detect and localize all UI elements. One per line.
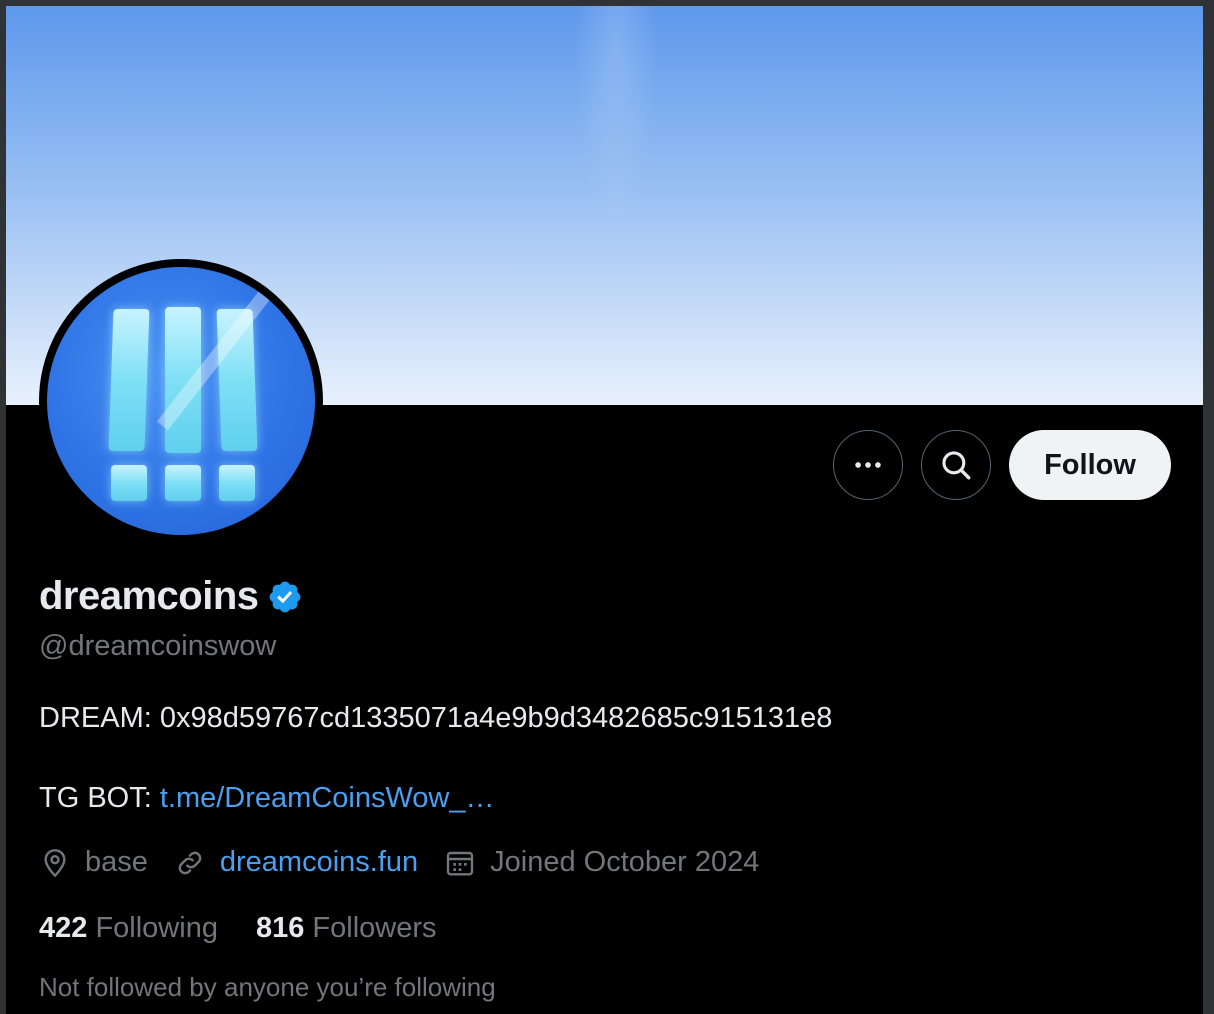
- name-row: dreamcoins: [39, 574, 303, 619]
- bio-tg-label: TG BOT:: [39, 782, 160, 814]
- followers-count: 816: [255, 912, 305, 944]
- more-icon: [855, 462, 881, 468]
- calendar-icon: [446, 851, 474, 876]
- bio-tg-link[interactable]: t.me/DreamCoinsWow_…: [160, 782, 495, 814]
- joined-text: Joined October 2024: [490, 846, 760, 878]
- location-text: base: [85, 846, 148, 878]
- followers-stat[interactable]: 816 Followers: [256, 912, 437, 945]
- joined-item: Joined October 2024: [444, 846, 759, 879]
- profile-page: Follow dreamcoins @dreamcoinswow DREAM: …: [6, 6, 1203, 1014]
- bio-tg-line: TG BOT: t.me/DreamCoinsWow_…: [39, 782, 495, 815]
- following-stat[interactable]: 422 Following: [39, 912, 218, 945]
- avatar-image: [47, 267, 315, 535]
- follow-button[interactable]: Follow: [1009, 430, 1171, 500]
- more-button[interactable]: [833, 430, 903, 500]
- avatar-exclamation-dot-2: [165, 465, 201, 501]
- following-count: 422: [39, 912, 88, 944]
- website-link[interactable]: dreamcoins.fun: [220, 846, 418, 879]
- bio-contract-line: DREAM: 0x98d59767cd1335071a4e9b9d3482685…: [39, 702, 833, 734]
- location-pin-icon: [44, 848, 66, 877]
- avatar-exclamation-dot-3: [219, 465, 255, 501]
- avatar[interactable]: [39, 259, 323, 543]
- social-context-text: Not followed by anyone you’re following: [39, 972, 496, 1002]
- link-icon: [178, 851, 202, 874]
- follow-stats: 422 Following 816 Followers: [39, 912, 475, 945]
- display-name: dreamcoins: [39, 574, 259, 618]
- search-icon: [942, 451, 971, 480]
- following-label: Following: [95, 912, 218, 944]
- handle: @dreamcoinswow: [39, 630, 277, 662]
- verified-badge-icon[interactable]: [267, 579, 303, 615]
- followers-label: Followers: [312, 912, 437, 944]
- search-button[interactable]: [921, 430, 991, 500]
- avatar-exclamation-bar-1: [108, 309, 150, 451]
- location-item: base: [39, 846, 148, 879]
- avatar-exclamation-dot-1: [111, 465, 147, 501]
- website-item[interactable]: dreamcoins.fun: [174, 846, 418, 879]
- profile-meta: base dreamcoins.fun Joined October 2024: [39, 846, 785, 879]
